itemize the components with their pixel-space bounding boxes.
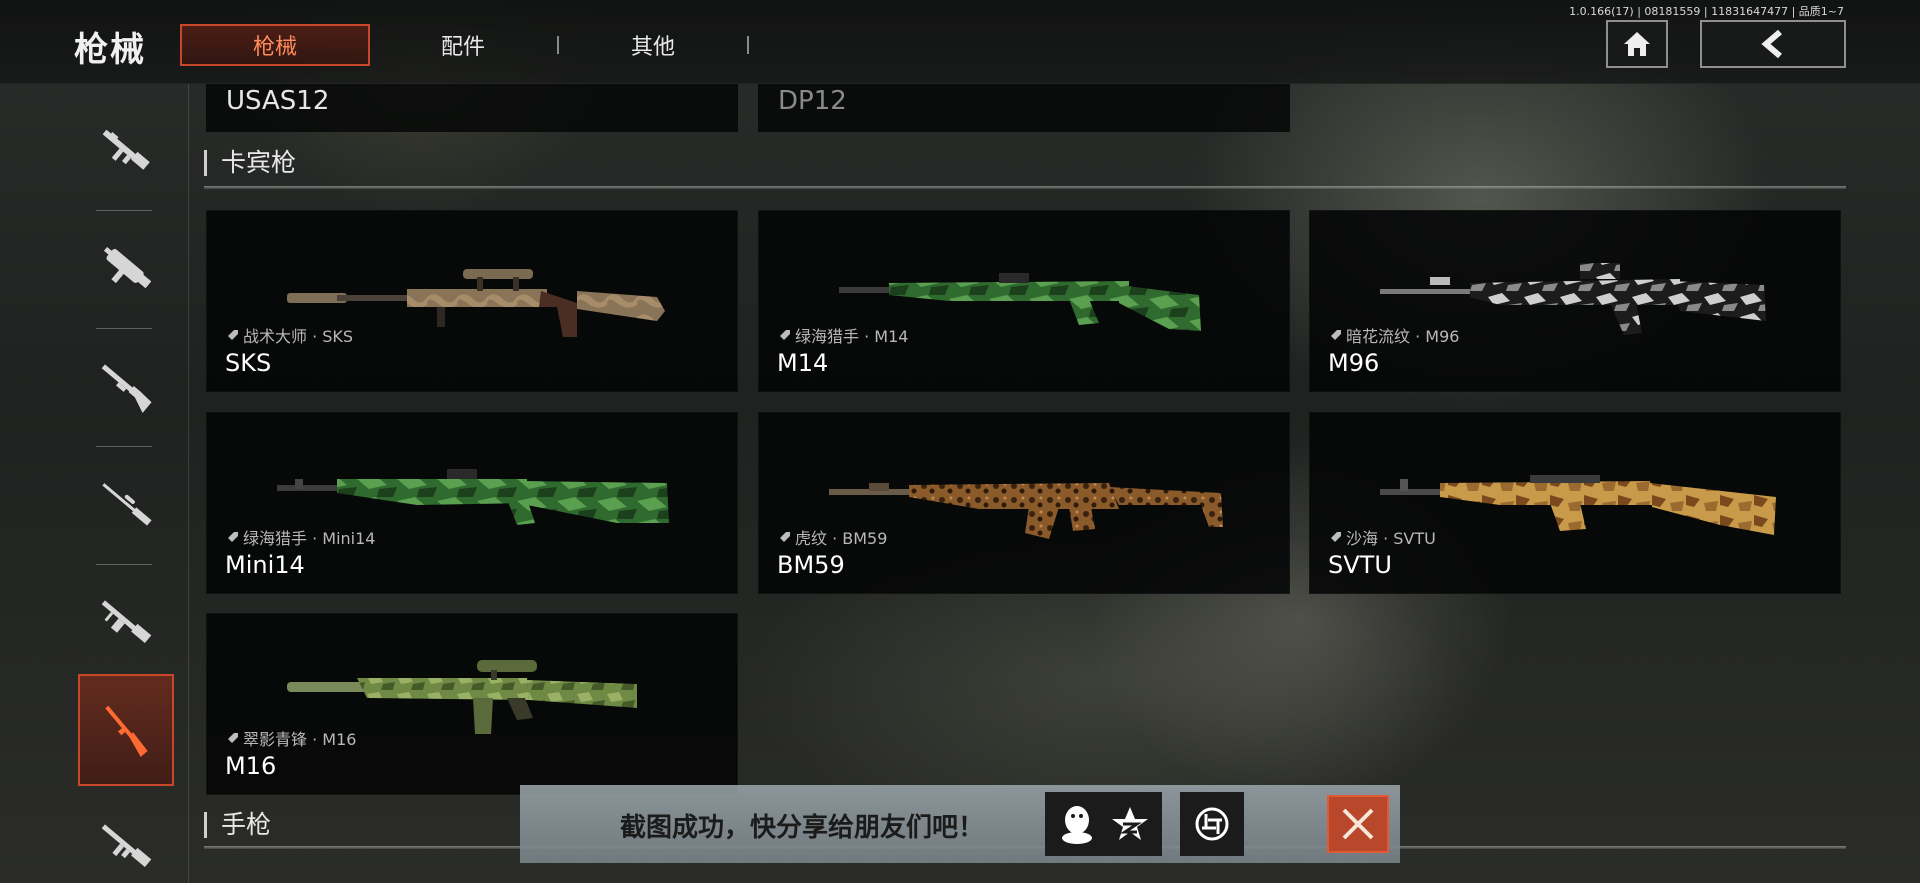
weapon-name: M16 (225, 752, 277, 780)
section-title-pistol: 手枪 (204, 812, 271, 838)
share-qzone-button[interactable] (1098, 792, 1162, 856)
tab-guns[interactable]: 枪械 (180, 24, 370, 66)
weapon-name: USAS12 (226, 86, 330, 116)
section-title-carbine: 卡宾枪 (204, 150, 296, 176)
sidebar-divider (96, 210, 152, 211)
svtu-rifle-image (1380, 475, 1776, 535)
sidebar-item-carbine[interactable] (78, 674, 174, 786)
tab-separator (747, 36, 749, 54)
weapon-card-svtu[interactable]: 沙海 · SVTU SVTU (1309, 412, 1841, 594)
toast-message: 截图成功，快分享给朋友们吧！ (620, 813, 985, 843)
sniper-rifle-icon (102, 483, 152, 526)
weapon-name: SKS (225, 349, 272, 377)
smg-icon (103, 246, 152, 289)
share-wechat-moments-button[interactable] (1180, 792, 1244, 856)
bm59-rifle-image (829, 483, 1223, 539)
shotgun-icon (101, 364, 152, 413)
weapon-card-partial[interactable]: USAS12 (206, 84, 738, 132)
weapon-card-mini14[interactable]: 绿海猎手 · Mini14 Mini14 (206, 412, 738, 594)
qzone-star-icon (1112, 807, 1148, 840)
share-toast: 截图成功，快分享给朋友们吧！ (520, 785, 1400, 863)
sidebar-divider (96, 564, 152, 565)
weapon-card-bm59[interactable]: 虎纹 · BM59 BM59 (758, 412, 1290, 594)
back-button[interactable] (1700, 20, 1846, 68)
weapon-name: M96 (1328, 349, 1380, 377)
carbine-icon (105, 705, 148, 757)
page-title: 枪械 (74, 30, 146, 70)
assault-rifle-icon (102, 129, 150, 170)
sidebar-item-sniper[interactable] (78, 448, 174, 560)
top-bar: 枪械 枪械 配件 其他 1.0.166(17) | 08181559 | 118… (0, 0, 1920, 84)
close-icon (1342, 808, 1374, 840)
sidebar-border (188, 84, 189, 883)
skin-label: 绿海猎手 · Mini14 (227, 525, 375, 549)
wechat-moments-icon (1195, 807, 1229, 841)
section-divider (204, 186, 1846, 189)
weapon-card-m14[interactable]: 绿海猎手 · M14 M14 (758, 210, 1290, 392)
lmg-icon (101, 600, 152, 644)
back-arrow-icon (1761, 29, 1782, 59)
sidebar-divider (96, 328, 152, 329)
weapon-name: Mini14 (225, 551, 305, 579)
weapon-card-m96[interactable]: 暗花流纹 · M96 M96 (1309, 210, 1841, 392)
home-button[interactable] (1606, 20, 1668, 68)
sidebar-item-assault-rifle[interactable] (78, 94, 174, 206)
weapon-name: M14 (777, 349, 829, 377)
skin-label: 暗花流纹 · M96 (1330, 323, 1459, 347)
sidebar-divider (96, 446, 152, 447)
weapon-card-partial[interactable]: DP12 (758, 84, 1290, 132)
qq-icon (1062, 806, 1092, 844)
tag-icon (1331, 532, 1341, 542)
weapon-card-m16[interactable]: 翠影青锋 · M16 M16 (206, 613, 738, 795)
sidebar-item-rifle[interactable] (78, 790, 174, 883)
sidebar-item-shotgun[interactable] (78, 330, 174, 442)
skin-label: 沙海 · SVTU (1330, 525, 1436, 549)
tab-other[interactable]: 其他 (558, 24, 748, 66)
close-toast-button[interactable] (1327, 795, 1389, 853)
weapon-name: DP12 (778, 86, 847, 116)
skin-label: 战术大师 · SKS (227, 323, 353, 347)
weapon-card-sks[interactable]: 战术大师 · SKS SKS (206, 210, 738, 392)
tag-icon (780, 330, 790, 340)
skin-label: 翠影青锋 · M16 (227, 726, 356, 750)
home-icon (1624, 32, 1650, 56)
weapon-type-sidebar (76, 84, 180, 883)
tag-icon (228, 733, 238, 743)
version-info: 1.0.166(17) | 08181559 | 11831647477 | 品… (1569, 5, 1844, 18)
skin-label: 虎纹 · BM59 (779, 525, 887, 549)
tab-attachments[interactable]: 配件 (368, 24, 558, 66)
weapon-name: SVTU (1328, 551, 1392, 579)
sidebar-item-lmg[interactable] (78, 566, 174, 678)
sidebar-item-smg[interactable] (78, 212, 174, 324)
tag-icon (1331, 330, 1341, 340)
rifle-icon (101, 824, 152, 868)
skin-label: 绿海猎手 · M14 (779, 323, 908, 347)
tag-icon (228, 532, 238, 542)
tag-icon (780, 532, 790, 542)
weapon-name: BM59 (777, 551, 845, 579)
tag-icon (228, 330, 238, 340)
